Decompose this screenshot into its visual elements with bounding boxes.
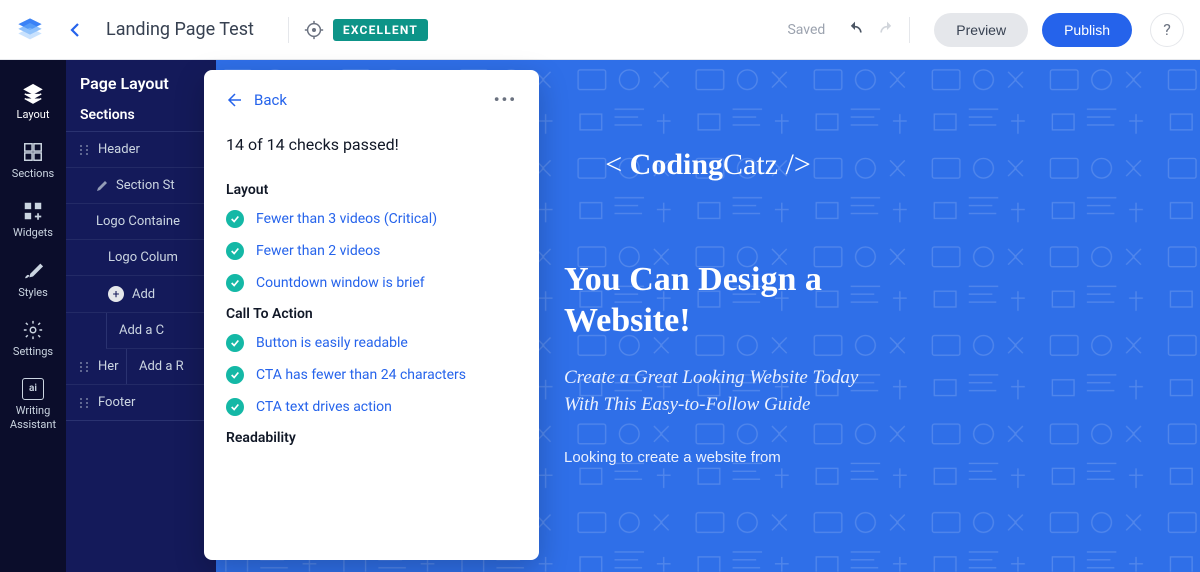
checks-popup: Back ••• 14 of 14 checks passed! Layout F… [204,70,539,560]
rail-styles[interactable]: Styles [0,250,66,309]
hero-headline: You Can Design a Website! [564,260,884,342]
panel-subtitle: Sections [66,107,216,123]
section-label: Add a C [119,323,164,338]
topbar: Landing Page Test EXCELLENT Saved Previe… [0,0,1200,60]
grip-icon [78,361,90,373]
popup-check-label: Fewer than 2 videos [256,243,380,259]
hero-desc: Looking to create a website from [564,449,884,466]
gear-icon [22,319,44,341]
panel-title: Page Layout [66,74,216,93]
popup-check-label: CTA text drives action [256,399,392,415]
section-row-hero[interactable]: Her Add a R [66,349,216,385]
help-button[interactable]: ? [1150,13,1184,47]
popup-back-button[interactable]: Back [226,91,287,109]
popup-check-label: Fewer than 3 videos (Critical) [256,211,437,227]
saved-label: Saved [787,22,825,38]
popup-check-label: CTA has fewer than 24 characters [256,367,466,383]
add-icon: + [108,286,124,302]
check-icon [226,366,244,384]
pencil-icon [96,180,108,192]
left-rail: Layout Sections Widgets Styles Settings … [0,60,66,572]
brush-icon [22,260,44,282]
page-title: Landing Page Test [106,19,254,40]
popup-group-title: Call To Action [226,306,517,322]
section-label: Section St [116,178,175,193]
preview-button[interactable]: Preview [934,13,1028,47]
hero-subhead: Create a Great Looking Website Today Wit… [564,364,884,419]
grip-icon [78,397,90,409]
check-icon [226,274,244,292]
popup-check-item[interactable]: CTA text drives action [226,398,517,416]
publish-button[interactable]: Publish [1042,13,1132,47]
popup-check-item[interactable]: Countdown window is brief [226,274,517,292]
popup-check-item[interactable]: Fewer than 3 videos (Critical) [226,210,517,228]
brand-logo: < CodingCatz /> [605,148,811,182]
popup-check-item[interactable]: Fewer than 2 videos [226,242,517,260]
popup-check-label: Countdown window is brief [256,275,425,291]
rail-sections[interactable]: Sections [0,131,66,190]
back-icon[interactable] [64,18,88,42]
section-label: Logo Containe [96,214,180,229]
popup-check-label: Button is easily readable [256,335,408,351]
rail-layout[interactable]: Layout [0,72,66,131]
check-icon [226,334,244,352]
check-icon [226,242,244,260]
popup-group-title: Readability [226,430,517,446]
check-icon [226,398,244,416]
section-row-add-c[interactable]: Add a C [106,313,216,349]
popup-menu-button[interactable]: ••• [494,90,517,109]
rail-widgets[interactable]: Widgets [0,190,66,249]
rail-label: Layout [17,108,50,121]
rail-label: Writing Assistant [10,404,56,432]
status-badge: EXCELLENT [333,19,428,41]
layers-icon [22,82,44,104]
section-label: Header [98,142,140,157]
rail-label: Settings [13,345,53,358]
section-row-logo-column[interactable]: Logo Colum [66,240,216,276]
popup-back-label: Back [254,91,287,109]
section-row-footer[interactable]: Footer [66,385,216,420]
popup-check-item[interactable]: Button is easily readable [226,334,517,352]
section-label: Her [98,359,119,374]
grid-icon [22,141,44,163]
rail-label: Widgets [13,226,53,239]
section-label: Footer [98,395,135,410]
section-label: Add a R [126,349,196,384]
popup-summary: 14 of 14 checks passed! [226,135,517,154]
layout-panel: Page Layout Sections Header Section St L… [66,60,216,572]
rail-label: Styles [18,286,48,299]
redo-icon[interactable] [877,20,897,40]
section-label: Add [132,287,155,302]
arrow-left-icon [226,91,244,109]
section-label: Logo Colum [108,250,178,265]
section-row-add[interactable]: + Add [66,276,216,313]
check-icon [226,210,244,228]
section-row-header[interactable]: Header [66,132,216,168]
section-row-logo-container[interactable]: Logo Containe [66,204,216,240]
widgets-icon [22,200,44,222]
undo-icon[interactable] [845,20,865,40]
ai-icon: ai [22,378,44,400]
divider [288,17,289,43]
popup-check-item[interactable]: CTA has fewer than 24 characters [226,366,517,384]
rail-writing-assistant[interactable]: ai Writing Assistant [0,368,66,442]
rail-settings[interactable]: Settings [0,309,66,368]
section-row-styles[interactable]: Section St [66,168,216,204]
divider [909,17,910,43]
target-icon[interactable] [303,19,325,41]
logo-icon [16,16,44,44]
popup-group-title: Layout [226,182,517,198]
grip-icon [78,144,90,156]
rail-label: Sections [12,167,54,180]
